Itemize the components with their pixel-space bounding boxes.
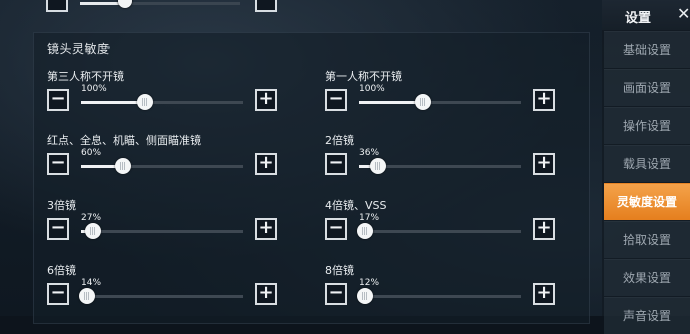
decrease-button[interactable]: − — [47, 89, 69, 111]
slider-thumb[interactable] — [415, 94, 432, 110]
slider-thumb[interactable] — [137, 94, 154, 110]
increase-button[interactable]: + — [255, 153, 277, 175]
slider-track[interactable] — [81, 158, 243, 174]
decrease-button[interactable]: − — [325, 153, 347, 175]
slider-track[interactable] — [357, 288, 521, 304]
slider-track[interactable] — [79, 288, 243, 304]
slider-thumb[interactable] — [357, 288, 373, 304]
value-label: 27% — [81, 213, 102, 223]
sensitivity-setting: 红点、全息、机瞄、侧面瞄准镜 − 60% + — [47, 132, 287, 192]
setting-label: 2倍镜 — [325, 134, 354, 147]
sensitivity-setting: 第三人称不开镜 − 100% + — [47, 68, 287, 128]
close-icon[interactable]: ✕ — [677, 4, 690, 24]
minus-button[interactable] — [46, 0, 68, 12]
sensitivity-setting: 4倍镜、VSS − 17% + — [325, 197, 565, 257]
slider-fill — [81, 101, 140, 104]
decrease-button[interactable]: − — [47, 283, 69, 305]
plus-button[interactable] — [255, 0, 277, 12]
value-label: 100% — [359, 84, 385, 94]
increase-button[interactable]: + — [255, 89, 277, 111]
value-label: 100% — [81, 84, 107, 94]
previous-slider-row — [0, 0, 600, 22]
setting-label: 红点、全息、机瞄、侧面瞄准镜 — [47, 134, 201, 147]
setting-label: 第一人称不开镜 — [325, 70, 402, 83]
sidebar-item[interactable]: 操作设置 — [604, 107, 690, 144]
sensitivity-setting: 6倍镜 − 14% + — [47, 262, 287, 322]
slider-track[interactable] — [357, 223, 521, 239]
setting-label: 3倍镜 — [47, 199, 76, 212]
decrease-button[interactable]: − — [325, 89, 347, 111]
sensitivity-setting: 3倍镜 − 27% + — [47, 197, 287, 257]
decrease-button[interactable]: − — [325, 283, 347, 305]
section-dot — [107, 46, 110, 49]
section-title: 镜头灵敏度 — [47, 42, 110, 56]
slider-thumb[interactable] — [357, 223, 373, 239]
decrease-button[interactable]: − — [47, 153, 69, 175]
slider-thumb[interactable] — [85, 223, 102, 239]
slider-track[interactable] — [359, 158, 521, 174]
increase-button[interactable]: + — [533, 153, 555, 175]
slider-thumb[interactable] — [114, 158, 131, 174]
value-label: 17% — [359, 213, 380, 223]
slider-fill — [81, 165, 117, 168]
slider-fill — [359, 101, 418, 104]
slider-thumb[interactable] — [369, 158, 386, 174]
increase-button[interactable]: + — [533, 283, 555, 305]
slider-track[interactable] — [359, 94, 521, 110]
sidebar-title: 设置 — [625, 11, 652, 26]
increase-button[interactable]: + — [533, 218, 555, 240]
value-label: 36% — [359, 148, 380, 158]
sidebar-item[interactable]: 基础设置 — [604, 31, 690, 68]
increase-button[interactable]: + — [255, 283, 277, 305]
sidebar-item[interactable]: 效果设置 — [604, 259, 690, 296]
slider-thumb[interactable] — [79, 288, 95, 304]
sidebar-item[interactable]: 灵敏度设置 — [604, 183, 690, 220]
slider-track[interactable] — [80, 0, 240, 8]
increase-button[interactable]: + — [255, 218, 277, 240]
sidebar-item[interactable]: 画面设置 — [604, 69, 690, 106]
value-label: 60% — [81, 148, 102, 158]
slider-track[interactable] — [81, 223, 243, 239]
decrease-button[interactable]: − — [47, 218, 69, 240]
value-label: 12% — [359, 278, 380, 288]
setting-label: 第三人称不开镜 — [47, 70, 124, 83]
sidebar-item[interactable]: 拾取设置 — [604, 221, 690, 258]
setting-label: 4倍镜、VSS — [325, 199, 387, 212]
setting-label: 6倍镜 — [47, 264, 76, 277]
sensitivity-setting: 第一人称不开镜 − 100% + — [325, 68, 565, 128]
sensitivity-setting: 8倍镜 − 12% + — [325, 262, 565, 322]
value-label: 14% — [81, 278, 102, 288]
slider-thumb[interactable] — [117, 0, 132, 8]
slider-track[interactable] — [81, 94, 243, 110]
sidebar-item[interactable]: 载具设置 — [604, 145, 690, 182]
increase-button[interactable]: + — [533, 89, 555, 111]
sensitivity-setting: 2倍镜 − 36% + — [325, 132, 565, 192]
setting-label: 8倍镜 — [325, 264, 354, 277]
decrease-button[interactable]: − — [325, 218, 347, 240]
